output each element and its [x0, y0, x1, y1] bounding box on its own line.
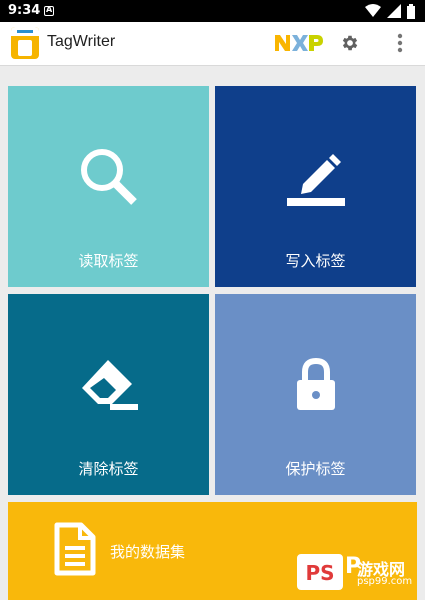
clear-tag-tile[interactable]: 清除标签: [8, 294, 209, 495]
settings-gear-icon[interactable]: [340, 33, 360, 53]
my-datasets-label: 我的数据集: [110, 543, 186, 561]
status-bar: 9:34: [0, 0, 425, 22]
search-icon: [81, 149, 137, 205]
read-tag-tile[interactable]: 读取标签: [8, 86, 209, 287]
document-icon: [54, 522, 96, 576]
pencil-icon: [287, 154, 345, 206]
overflow-menu-icon[interactable]: [395, 32, 405, 54]
protect-tag-label: 保护标签: [285, 460, 346, 478]
protect-tag-tile[interactable]: 保护标签: [215, 294, 416, 495]
app-logo-icon: [11, 27, 39, 59]
nxp-logo: [275, 35, 323, 51]
read-tag-label: 读取标签: [78, 252, 139, 270]
watermark-badge: PS: [297, 554, 343, 590]
status-time: 9:34: [8, 3, 41, 18]
write-tag-tile[interactable]: 写入标签: [215, 86, 416, 287]
eraser-icon: [82, 360, 138, 410]
status-icons: [365, 3, 415, 19]
watermark: PS P 游戏网 psp99.com: [295, 552, 420, 596]
battery-icon: [407, 3, 415, 19]
notification-a-icon: [44, 5, 54, 16]
lock-icon: [297, 358, 335, 410]
wifi-icon: [365, 4, 381, 17]
app-title: TagWriter: [47, 33, 116, 50]
clear-tag-label: 清除标签: [78, 460, 139, 478]
signal-icon: [387, 4, 401, 18]
watermark-url: psp99.com: [357, 576, 413, 587]
app-bar: TagWriter: [0, 22, 425, 66]
write-tag-label: 写入标签: [285, 252, 346, 270]
